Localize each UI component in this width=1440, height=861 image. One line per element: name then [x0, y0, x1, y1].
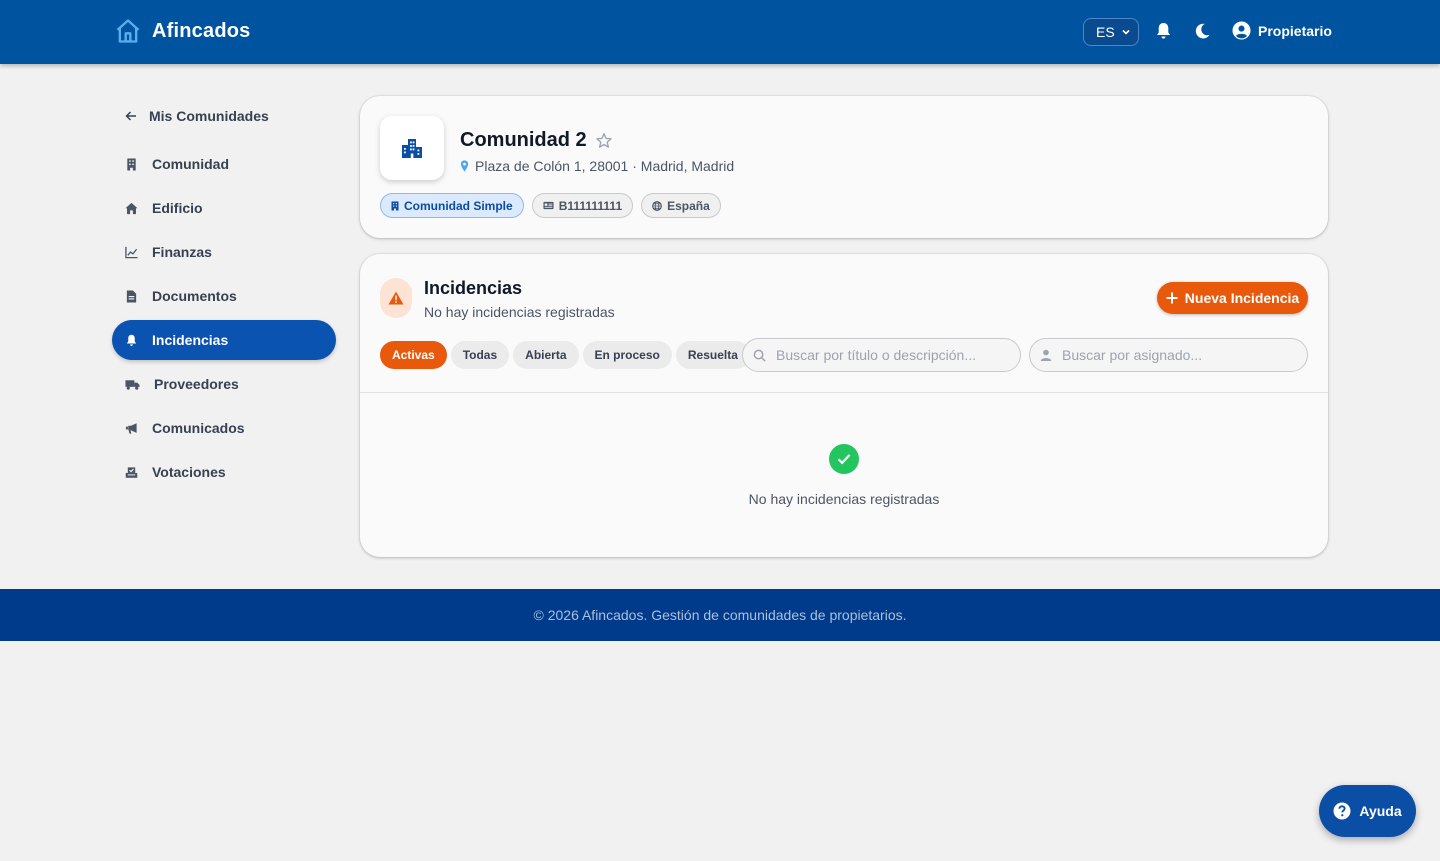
community-address: Plaza de Colón 1, 28001 · Madrid, Madrid — [460, 158, 734, 174]
dark-mode-moon-icon[interactable] — [1194, 22, 1211, 40]
search-icon — [753, 349, 766, 362]
filter-resuelta[interactable]: Resuelta — [675, 341, 750, 369]
incidents-header-icon — [380, 278, 412, 318]
top-bar: Afincados ES Propietario — [0, 0, 1440, 64]
truck-icon — [125, 379, 140, 390]
community-chips: Comunidad Simple B111111111 España — [380, 193, 721, 218]
language-select[interactable]: ES — [1083, 18, 1139, 46]
sidebar-item-label: Votaciones — [152, 464, 226, 480]
filter-en-proceso[interactable]: En proceso — [582, 341, 672, 369]
assignee-search-input[interactable] — [1062, 347, 1292, 363]
sidebar-item-votaciones[interactable]: Votaciones — [112, 452, 336, 492]
globe-icon — [652, 200, 662, 211]
community-type-chip: Comunidad Simple — [380, 193, 524, 218]
help-label: Ayuda — [1359, 803, 1402, 819]
favorite-star-icon[interactable] — [595, 132, 613, 150]
status-filters: Activas Todas Abierta En proceso Resuelt… — [380, 341, 750, 369]
sidebar-item-comunidad[interactable]: Comunidad — [112, 144, 336, 184]
person-icon — [1040, 349, 1052, 361]
section-divider — [360, 392, 1328, 393]
footer-copyright: © 2026 Afincados. Gestión de comunidades… — [533, 607, 907, 623]
home-logo-icon — [116, 19, 140, 43]
community-card: Comunidad 2 Plaza de Colón 1, 28001 · Ma… — [360, 96, 1328, 238]
search-input[interactable] — [776, 347, 1006, 363]
sidebar-item-label: Comunidad — [152, 156, 229, 172]
ballot-box-icon — [125, 466, 138, 478]
user-menu[interactable]: Propietario — [1232, 21, 1332, 40]
language-value: ES — [1096, 24, 1115, 40]
country-chip: España — [641, 193, 721, 218]
assignee-search-field — [1029, 338, 1308, 372]
sidebar-item-label: Edificio — [152, 200, 203, 216]
arrow-left-icon — [125, 111, 136, 121]
sidebar-item-proveedores[interactable]: Proveedores — [112, 364, 336, 404]
country-label: España — [667, 198, 710, 213]
address-text: Plaza de Colón 1, 28001 · Madrid, Madrid — [475, 158, 735, 174]
building-icon — [402, 139, 422, 158]
question-circle-icon — [1333, 802, 1351, 820]
filter-activas[interactable]: Activas — [380, 341, 447, 369]
cif-label: B111111111 — [558, 198, 623, 213]
user-avatar-icon — [1232, 21, 1251, 40]
search-field — [742, 338, 1021, 372]
community-avatar — [380, 116, 444, 180]
plus-icon — [1166, 292, 1178, 304]
filter-abierta[interactable]: Abierta — [513, 341, 579, 369]
chart-icon — [125, 246, 138, 258]
sidebar-item-edificio[interactable]: Edificio — [112, 188, 336, 228]
page-footer: © 2026 Afincados. Gestión de comunidades… — [0, 589, 1440, 641]
incidents-title: Incidencias — [424, 278, 523, 298]
sidebar-item-label: Comunicados — [152, 420, 245, 436]
cif-chip: B111111111 — [531, 193, 634, 218]
sidebar-item-incidencias[interactable]: Incidencias — [112, 320, 336, 360]
notifications-bell-icon[interactable] — [1155, 22, 1172, 40]
new-incident-label: Nueva Incidencia — [1184, 290, 1300, 306]
empty-state-text: No hay incidencias registradas — [748, 491, 940, 507]
user-role: Propietario — [1258, 22, 1332, 39]
home-icon — [125, 202, 138, 214]
sidebar-item-documentos[interactable]: Documentos — [112, 276, 336, 316]
sidebar-item-finanzas[interactable]: Finanzas — [112, 232, 336, 272]
community-name: Comunidad 2 — [460, 129, 587, 151]
filter-todas[interactable]: Todas — [450, 341, 510, 369]
sidebar-item-label: Documentos — [152, 288, 237, 304]
incidents-subtitle: No hay incidencias registradas — [424, 304, 615, 320]
sidebar-item-comunicados[interactable]: Comunicados — [112, 408, 336, 448]
document-icon — [126, 289, 137, 303]
new-incident-button[interactable]: Nueva Incidencia — [1157, 282, 1308, 314]
community-type-label: Comunidad Simple — [404, 198, 513, 213]
help-button[interactable]: Ayuda — [1319, 785, 1416, 837]
building-icon — [127, 157, 136, 171]
sidebar-item-label: Proveedores — [154, 376, 239, 392]
warning-triangle-icon — [388, 291, 404, 305]
chevron-down-icon — [1122, 29, 1130, 35]
community-title: Comunidad 2 — [460, 129, 613, 152]
sidebar-item-label: Incidencias — [152, 332, 229, 348]
back-label: Mis Comunidades — [149, 108, 269, 124]
id-card-icon — [543, 201, 554, 210]
location-pin-icon — [460, 160, 469, 172]
app-name: Afincados — [152, 19, 251, 42]
building-icon — [391, 201, 399, 210]
check-circle-icon — [829, 444, 859, 474]
incidents-card: Incidencias No hay incidencias registrad… — [360, 254, 1328, 557]
back-to-communities-link[interactable]: Mis Comunidades — [125, 108, 269, 124]
brand-link[interactable]: Afincados — [114, 17, 250, 45]
megaphone-icon — [125, 422, 137, 434]
bell-icon — [126, 334, 137, 346]
sidebar-item-label: Finanzas — [152, 244, 212, 260]
